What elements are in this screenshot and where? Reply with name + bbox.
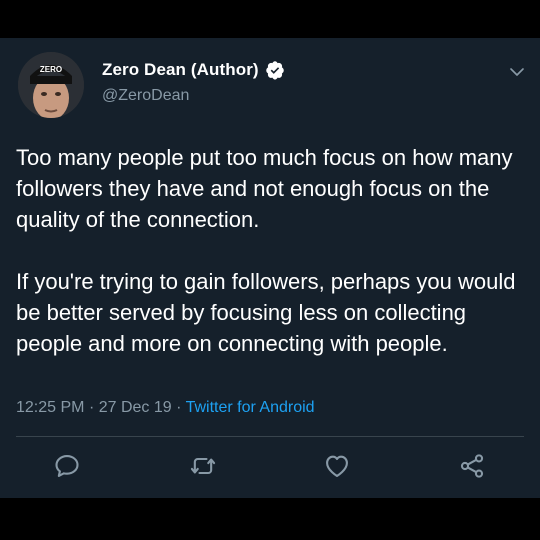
tweet-paragraph: Too many people put too much focus on ho… [16, 145, 513, 232]
avatar[interactable]: ZERO [18, 52, 84, 118]
heart-icon [326, 455, 348, 477]
meta-separator: · [88, 399, 95, 416]
retweet-button[interactable] [189, 452, 217, 480]
tweet-text: Too many people put too much focus on ho… [16, 142, 526, 359]
tweet-actions [0, 452, 540, 484]
verified-badge-icon [265, 61, 284, 80]
like-button[interactable] [323, 452, 351, 480]
author-handle[interactable]: @ZeroDean [102, 87, 189, 105]
tweet-time[interactable]: 12:25 PM [16, 399, 84, 416]
tweet-date[interactable]: 27 Dec 19 [99, 399, 172, 416]
chevron-down-icon[interactable] [508, 63, 526, 81]
tweet-paragraph: If you're trying to gain followers, perh… [16, 269, 516, 356]
reply-button[interactable] [53, 452, 81, 480]
author-name-label: Zero Dean (Author) [102, 60, 259, 79]
share-button[interactable] [458, 452, 486, 480]
divider [16, 436, 524, 437]
author-name[interactable]: Zero Dean (Author) [102, 60, 285, 80]
avatar-cap-text: ZERO [40, 65, 62, 74]
retweet-icon [190, 457, 216, 475]
comment-icon [55, 455, 79, 477]
tweet-card: ZERO Zero Dean (Author) @ZeroDean Too ma… [0, 38, 540, 498]
tweet-meta: 12:25 PM · 27 Dec 19 · Twitter for Andro… [16, 399, 315, 417]
meta-separator: · [176, 399, 182, 416]
tweet-source-link[interactable]: Twitter for Android [186, 399, 315, 416]
share-icon [460, 454, 484, 478]
